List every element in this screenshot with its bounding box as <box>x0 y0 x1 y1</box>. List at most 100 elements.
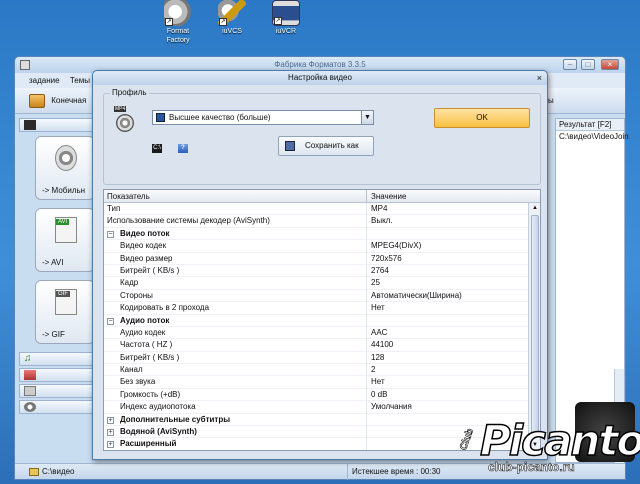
grid-value-cell[interactable]: 25 <box>366 277 380 290</box>
sidebar-rom-header[interactable] <box>19 384 97 398</box>
folder-icon <box>29 467 39 476</box>
save-as-button[interactable]: Сохранить как <box>278 136 374 156</box>
help-icon[interactable]: ? <box>178 144 188 153</box>
expand-icon[interactable]: + <box>107 441 114 449</box>
music-icon: ♫ <box>24 353 32 364</box>
grid-group-row[interactable]: − Видео поток <box>104 227 540 241</box>
grid-value-cell[interactable]: Нет <box>366 302 385 315</box>
grid-value-cell[interactable]: 44100 <box>366 339 393 352</box>
grid-value-cell[interactable] <box>366 413 371 427</box>
grid-row[interactable]: Битрейт ( KB/s ) 2764 <box>104 264 540 278</box>
sidebar-video-header[interactable] <box>19 118 97 132</box>
sidebar-image-header[interactable] <box>19 368 97 382</box>
menu-themes[interactable]: Темы <box>70 76 90 85</box>
grid-param-cell: Аудио кодек <box>120 327 166 337</box>
drive-icon <box>24 386 36 396</box>
grid-value-cell[interactable]: Автоматически(Ширина) <box>366 289 462 303</box>
grid-value-cell[interactable]: Нет <box>366 376 385 389</box>
profile-select[interactable]: Высшее качество (больше) ▼ <box>152 110 374 125</box>
result-column-header[interactable]: Результат [F2] <box>556 119 624 131</box>
grid-value-cell[interactable]: AAC <box>366 326 387 340</box>
grid-body: Тип MP4 Использование системы декодер (Avi… <box>104 203 540 450</box>
grid-param-cell: Видео поток <box>120 228 170 238</box>
minimize-button[interactable]: – <box>563 59 577 70</box>
elapsed-time: Истекшее время : 00:30 <box>347 464 440 480</box>
convert-avi-button[interactable]: AVI -> AVI <box>35 208 95 272</box>
grid-value-cell[interactable] <box>366 438 371 450</box>
command-line-icon[interactable]: C:\ <box>152 144 162 153</box>
value-column-header[interactable]: Значение <box>366 190 406 203</box>
convert-mobile-button[interactable]: -> Мобильн <box>35 136 95 200</box>
settings-grid: Показатель Значение Тип MP4 Использование … <box>103 189 541 451</box>
convert-gif-button[interactable]: GIF -> GIF <box>35 280 95 344</box>
dialog-close-icon[interactable]: × <box>537 71 542 85</box>
reel-icon <box>55 145 77 171</box>
iuvcr-desktop-icon[interactable]: ↗ iuVCR <box>262 0 310 36</box>
grid-row[interactable]: Стороны Автоматически(Ширина) <box>104 289 540 303</box>
grid-group-row[interactable]: − Аудио поток <box>104 314 540 327</box>
grid-scrollbar[interactable]: ▲ ▼ <box>528 203 540 450</box>
main-window-title: Фабрика Форматов 3.3.5 <box>274 60 366 69</box>
grid-row[interactable]: Кодировать в 2 прохода Нет <box>104 302 540 315</box>
grid-value-cell[interactable]: 2 <box>366 364 375 377</box>
collapse-icon[interactable]: − <box>107 230 114 238</box>
ok-button[interactable]: OK <box>434 108 530 128</box>
grid-row[interactable]: Видео кодек MPEG4(DivX) <box>104 240 540 253</box>
grid-row[interactable]: Без звука Нет <box>104 376 540 389</box>
grid-row[interactable]: Тип MP4 <box>104 203 540 216</box>
grid-value-cell[interactable]: MPEG4(DivX) <box>366 240 421 253</box>
grid-param-cell: Тип <box>107 204 121 213</box>
task-row[interactable]: C:\видео\VideoJoin <box>556 131 629 143</box>
grid-row[interactable]: Частота ( HZ ) 44100 <box>104 339 540 352</box>
sidebar-audio-header[interactable]: ♫ <box>19 352 97 366</box>
format-factory-icon: ↗ <box>164 0 192 26</box>
grid-value-cell[interactable] <box>366 314 371 327</box>
parameter-column-header[interactable]: Показатель <box>107 190 150 203</box>
save-as-label: Сохранить как <box>305 141 359 150</box>
desktop-icon-label: iuVCS <box>222 28 242 35</box>
grid-param-cell: Кодировать в 2 прохода <box>120 303 210 313</box>
app-system-icon[interactable] <box>20 60 30 70</box>
grid-value-cell[interactable] <box>366 426 371 439</box>
grid-value-cell[interactable]: 720x576 <box>366 252 402 265</box>
gear-icon <box>24 402 36 412</box>
grid-row[interactable]: Канал 2 <box>104 364 540 377</box>
format-factory-desktop-icon[interactable]: ↗ Format Factory <box>154 0 202 45</box>
converter-label: -> GIF <box>42 330 65 339</box>
collapse-icon[interactable]: − <box>107 317 114 325</box>
grid-row[interactable]: Видео размер 720x576 <box>104 252 540 265</box>
grid-value-cell[interactable]: 2764 <box>366 264 389 278</box>
iuvcs-desktop-icon[interactable]: ↗ iuVCS <box>208 0 256 36</box>
grid-value-cell[interactable]: Выкл. <box>366 215 393 228</box>
expand-icon[interactable]: + <box>107 416 114 424</box>
grid-param-cell: Стороны <box>120 290 153 300</box>
grid-row[interactable]: Кадр 25 <box>104 277 540 290</box>
grid-param-cell: Использование системы декодер (AviSynth) <box>107 216 270 226</box>
grid-param-cell: Битрейт ( KB/s ) <box>120 352 180 362</box>
toolbar-label: Конечная <box>51 96 87 105</box>
chevron-down-icon[interactable]: ▼ <box>361 111 373 124</box>
scroll-up-icon[interactable]: ▲ <box>530 203 540 213</box>
dialog-title: Настройка видео <box>288 73 352 82</box>
expand-icon[interactable]: + <box>107 429 114 437</box>
grid-row[interactable]: Громкость (+dB) 0 dB <box>104 388 540 402</box>
menu-task[interactable]: задание <box>29 76 60 85</box>
grid-row[interactable]: Использование системы декодер (AviSynth)… <box>104 215 540 228</box>
sidebar-tools-header[interactable] <box>19 400 97 414</box>
iuvcr-icon: ↗ <box>272 0 300 26</box>
grid-value-cell[interactable]: MP4 <box>366 203 387 216</box>
grid-value-cell[interactable] <box>366 227 371 241</box>
scroll-thumb[interactable] <box>531 215 539 435</box>
grid-row[interactable]: Аудио кодек AAC <box>104 326 540 340</box>
grid-value-cell[interactable]: 128 <box>366 351 384 365</box>
grid-value-cell[interactable]: Умолчания <box>366 401 412 414</box>
output-folder-button[interactable]: Конечная <box>29 93 86 109</box>
grid-row[interactable]: Битрейт ( KB/s ) 128 <box>104 351 540 365</box>
grid-param-cell: Кадр <box>120 278 139 288</box>
grid-row[interactable]: Индекс аудиопотока Умолчания <box>104 401 540 414</box>
grid-param-cell: Громкость (+dB) <box>120 389 181 399</box>
maximize-button[interactable]: □ <box>581 59 595 70</box>
close-button[interactable]: × <box>601 59 619 70</box>
grid-value-cell[interactable]: 0 dB <box>366 388 387 402</box>
watermark-logo: Club Picanto club-picanto.ru <box>450 415 640 482</box>
